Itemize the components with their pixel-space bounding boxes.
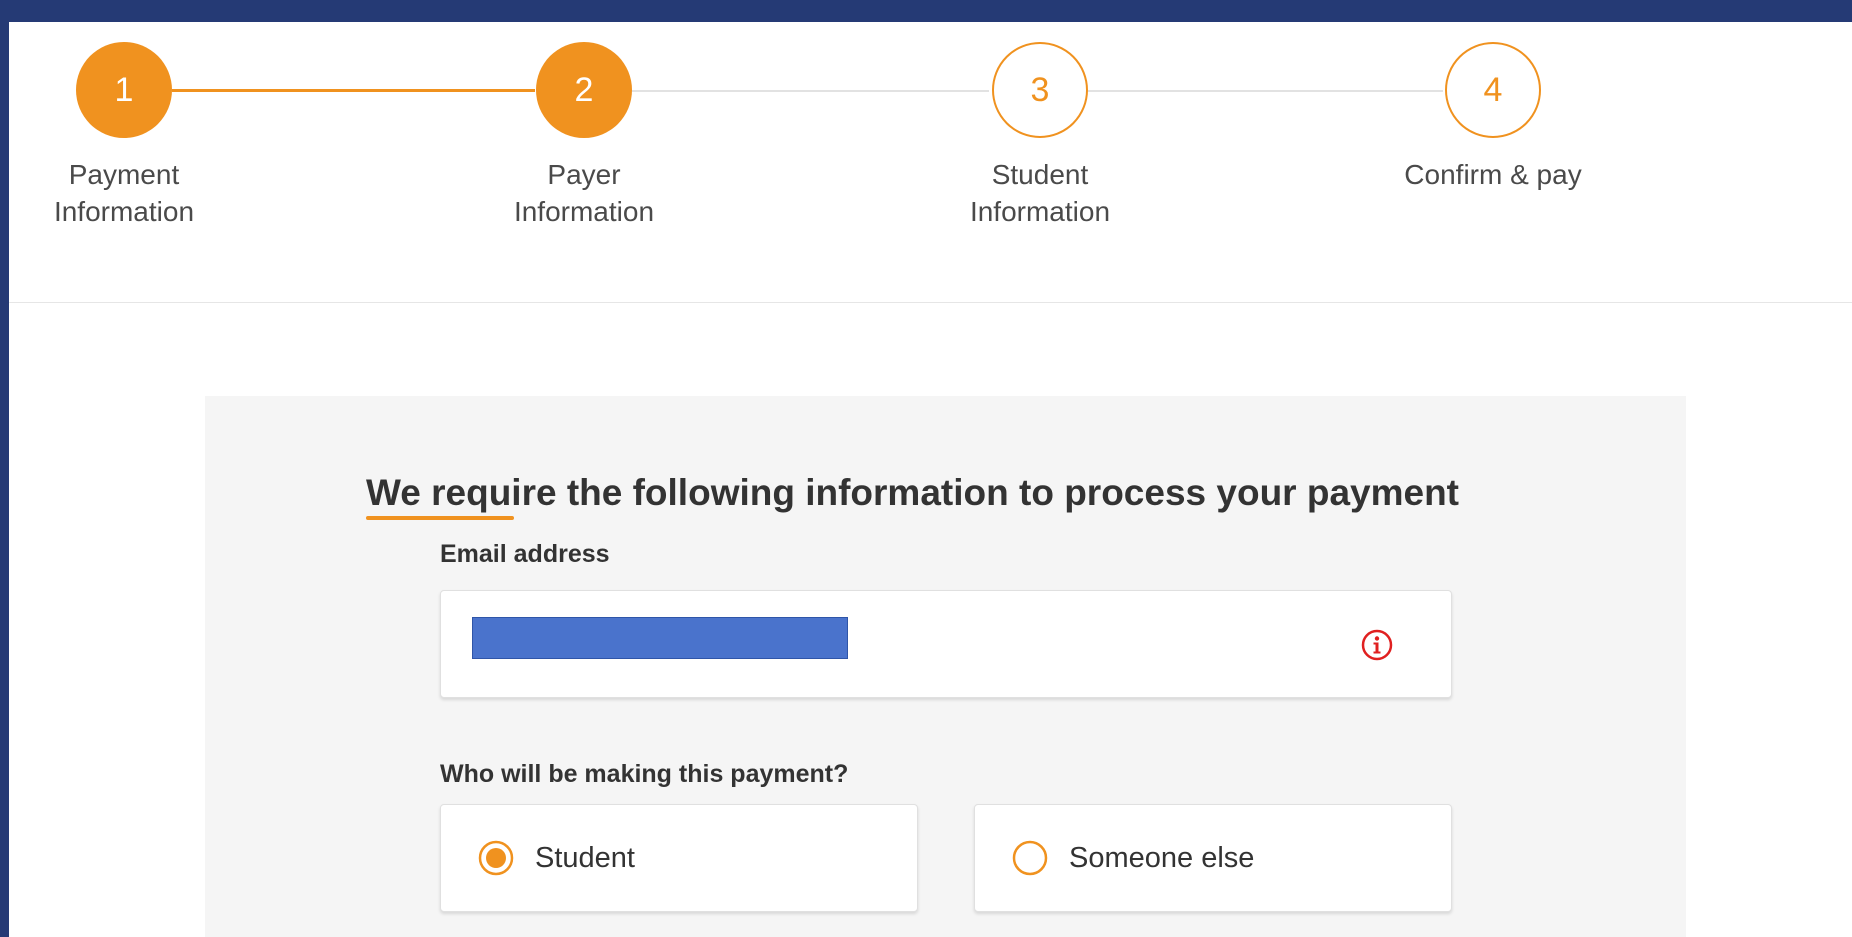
step-number-badge: 2 [536,42,632,138]
window-frame-top [0,0,1852,22]
progress-stepper: 1 Payment Information 2 Payer Informatio… [9,22,1852,303]
step-student-information: 3 Student Information [920,42,1160,230]
step-label: Payer Information [513,159,655,227]
heading-accent-underline [366,516,514,520]
payer-question-label: Who will be making this payment? [440,760,849,788]
step-number-badge: 1 [76,42,172,138]
payment-page: 1 Payment Information 2 Payer Informatio… [9,22,1852,937]
step-number-badge: 3 [992,42,1088,138]
info-icon[interactable] [1361,629,1393,661]
step-number-badge: 4 [1445,42,1541,138]
form-heading: We require the following information to … [366,472,1459,513]
radio-label: Student [535,842,635,874]
radio-label: Someone else [1069,842,1255,874]
stepper-divider [9,302,1852,303]
step-label: Confirm & pay [1404,159,1582,190]
payer-option-someone-else[interactable]: Someone else [974,804,1452,912]
step-label: Student Information [969,159,1111,227]
step-confirm-and-pay: 4 Confirm & pay [1373,42,1613,193]
radio-selected-icon[interactable] [478,840,514,876]
email-field[interactable] [440,590,1452,698]
payer-option-student[interactable]: Student [440,804,918,912]
step-payment-information: 1 Payment Information [4,42,244,230]
step-payer-information: 2 Payer Information [464,42,704,230]
email-label: Email address [440,540,610,568]
radio-unselected-icon[interactable] [1012,840,1048,876]
payer-form-card: We require the following information to … [205,396,1686,937]
step-label: Payment Information [53,159,195,227]
email-value-redacted [472,617,848,659]
